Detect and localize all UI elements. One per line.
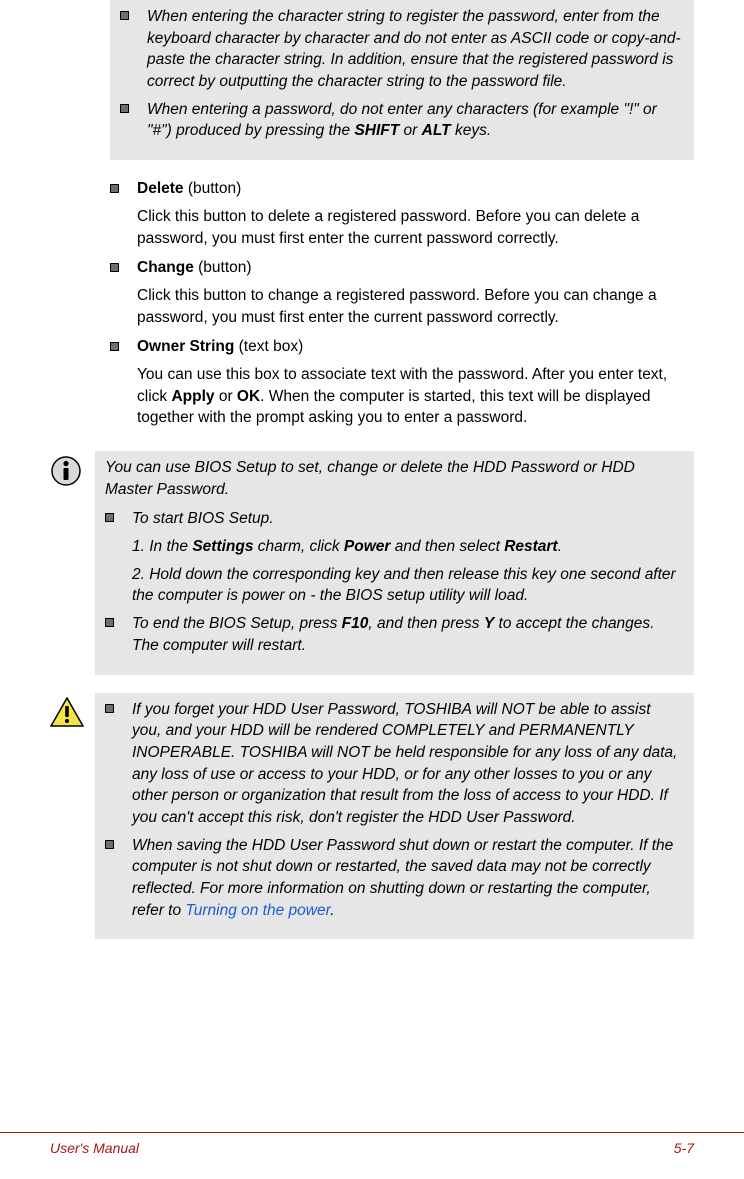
list-item-title: Change (button) bbox=[137, 257, 694, 279]
page-content: When entering the character string to re… bbox=[0, 0, 744, 939]
info-intro: You can use BIOS Setup to set, change or… bbox=[105, 457, 684, 500]
note-item: When entering the character string to re… bbox=[120, 6, 684, 93]
title-rest: (button) bbox=[184, 180, 242, 197]
list-item-title: Delete (button) bbox=[137, 178, 694, 200]
list-item-content: Change (button) Click this button to cha… bbox=[137, 257, 694, 332]
note-item: When saving the HDD User Password shut d… bbox=[105, 835, 684, 922]
power-bold: Power bbox=[344, 538, 391, 555]
text-span: . bbox=[330, 902, 334, 919]
title-bold: Change bbox=[137, 259, 194, 276]
list-item-owner-string: Owner String (text box) You can use this… bbox=[110, 336, 694, 433]
title-rest: (button) bbox=[194, 259, 252, 276]
bullet-icon bbox=[105, 704, 114, 713]
list-item-title: Owner String (text box) bbox=[137, 336, 694, 358]
text-span: or bbox=[215, 388, 237, 405]
list-item-content: Delete (button) Click this button to del… bbox=[137, 178, 694, 253]
text-span: charm, click bbox=[253, 538, 343, 555]
note-text: To end the BIOS Setup, press F10, and th… bbox=[132, 613, 684, 656]
warning-note-body: If you forget your HDD User Password, TO… bbox=[95, 693, 694, 940]
note-item: To end the BIOS Setup, press F10, and th… bbox=[105, 613, 684, 656]
info-note-body: You can use BIOS Setup to set, change or… bbox=[95, 451, 694, 675]
footer-left: User's Manual bbox=[50, 1139, 139, 1159]
settings-bold: Settings bbox=[192, 538, 253, 555]
title-rest: (text box) bbox=[234, 338, 303, 355]
text-span: , and then press bbox=[368, 615, 483, 632]
list-item-desc: Click this button to change a registered… bbox=[137, 285, 694, 328]
restart-bold: Restart bbox=[504, 538, 557, 555]
page-footer: User's Manual 5-7 bbox=[0, 1132, 744, 1159]
body-list: Delete (button) Click this button to del… bbox=[110, 178, 694, 433]
list-item-delete: Delete (button) Click this button to del… bbox=[110, 178, 694, 253]
bullet-icon bbox=[105, 618, 114, 627]
note-text: When entering the character string to re… bbox=[147, 6, 684, 93]
y-bold: Y bbox=[484, 615, 494, 632]
warning-icon bbox=[50, 693, 85, 940]
note-text: If you forget your HDD User Password, TO… bbox=[132, 699, 684, 829]
apply-bold: Apply bbox=[171, 388, 214, 405]
turning-on-power-link[interactable]: Turning on the power bbox=[185, 902, 330, 919]
bios-start-lead: To start BIOS Setup. bbox=[132, 508, 684, 530]
key-alt: ALT bbox=[422, 122, 451, 139]
list-item-desc: Click this button to delete a registered… bbox=[137, 206, 694, 249]
note-text: To start BIOS Setup. 1. In the Settings … bbox=[132, 508, 684, 607]
note-item: If you forget your HDD User Password, TO… bbox=[105, 699, 684, 829]
bullet-icon bbox=[110, 184, 119, 193]
bullet-icon bbox=[105, 513, 114, 522]
text-span: or bbox=[399, 122, 421, 139]
key-shift: SHIFT bbox=[354, 122, 399, 139]
list-item-content: Owner String (text box) You can use this… bbox=[137, 336, 694, 433]
footer-page-number: 5-7 bbox=[674, 1139, 694, 1159]
bullet-icon bbox=[110, 342, 119, 351]
list-item-change: Change (button) Click this button to cha… bbox=[110, 257, 694, 332]
note-box-top: When entering the character string to re… bbox=[110, 0, 694, 160]
bullet-icon bbox=[105, 840, 114, 849]
title-bold: Delete bbox=[137, 180, 184, 197]
note-text: When entering a password, do not enter a… bbox=[147, 99, 684, 142]
ok-bold: OK bbox=[237, 388, 260, 405]
bullet-icon bbox=[120, 104, 129, 113]
list-item-desc: You can use this box to associate text w… bbox=[137, 364, 694, 429]
text-span: keys. bbox=[451, 122, 491, 139]
text-span: . bbox=[558, 538, 562, 555]
text-span: 1. In the bbox=[132, 538, 192, 555]
info-note: You can use BIOS Setup to set, change or… bbox=[50, 451, 694, 675]
title-bold: Owner String bbox=[137, 338, 234, 355]
bullet-icon bbox=[120, 11, 129, 20]
warning-note: If you forget your HDD User Password, TO… bbox=[50, 693, 694, 940]
f10-bold: F10 bbox=[342, 615, 369, 632]
note-item: To start BIOS Setup. 1. In the Settings … bbox=[105, 508, 684, 607]
text-span: and then select bbox=[390, 538, 504, 555]
info-icon bbox=[50, 451, 85, 675]
note-item: When entering a password, do not enter a… bbox=[120, 99, 684, 142]
bullet-icon bbox=[110, 263, 119, 272]
text-span: To end the BIOS Setup, press bbox=[132, 615, 342, 632]
note-text: When saving the HDD User Password shut d… bbox=[132, 835, 684, 922]
bios-step-2: 2. Hold down the corresponding key and t… bbox=[132, 564, 684, 607]
bios-step-1: 1. In the Settings charm, click Power an… bbox=[132, 536, 684, 558]
